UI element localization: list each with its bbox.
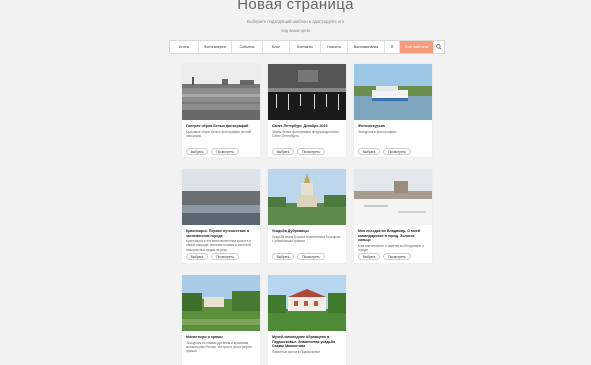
template-description: Красивые чёрно-белые фотографии речной п… xyxy=(186,129,252,138)
choose-button[interactable]: Выбрать xyxy=(272,148,294,155)
preview-button[interactable]: Посмотреть xyxy=(211,148,239,155)
template-thumbnail xyxy=(354,64,432,120)
template-description: Красноярск и его величественная красота … xyxy=(186,239,251,252)
template-title: Музей-заповедник Абрамцево в Подмосковье… xyxy=(272,335,336,349)
template-card: Музей-заповедник Абрамцево в Подмосковье… xyxy=(268,275,346,365)
template-thumbnail xyxy=(268,64,346,120)
template-title: Монастыри и храмы xyxy=(186,335,223,339)
page-subtitle: Выберите подходящий шаблон и адаптируйте… xyxy=(246,19,345,33)
page-title: Новая страница xyxy=(237,0,354,13)
filter-news[interactable]: Новости xyxy=(321,41,348,53)
choose-button[interactable]: Выбрать xyxy=(186,148,208,155)
choose-button[interactable]: Выбрать xyxy=(358,253,380,260)
filter-blogs[interactable]: Блоги xyxy=(170,41,199,53)
template-card: Моя поездка во Владимир. О моей командир… xyxy=(354,169,432,263)
template-title: Фотоэкскурсия xyxy=(358,124,386,128)
preview-button[interactable]: Посмотреть xyxy=(297,253,325,260)
choose-button[interactable]: Выбрать xyxy=(186,253,208,260)
category-filter-bar: Блоги Фотогалереи События Блог Контакты … xyxy=(169,40,445,54)
preview-button[interactable]: Посмотреть xyxy=(383,148,411,155)
template-card: Санкт-Петербург. Декабрь 2019 Чёрно-белы… xyxy=(268,64,346,157)
preview-button[interactable]: Посмотреть xyxy=(211,253,239,260)
template-thumbnail xyxy=(182,169,260,225)
template-thumbnail xyxy=(182,275,260,331)
filter-me[interactable]: Я xyxy=(385,41,400,53)
filter-photo-galleries[interactable]: Фотогалереи xyxy=(199,41,232,53)
template-title: Красноярск. Первое путешествие в заснеже… xyxy=(186,229,250,238)
template-card: Галерея чёрно-белых фотографий Красивые … xyxy=(182,64,260,157)
filter-contacts[interactable]: Контакты xyxy=(290,41,321,53)
template-title: Санкт-Петербург. Декабрь 2019 xyxy=(272,124,328,128)
filter-memories[interactable]: Воспоминания xyxy=(348,41,385,53)
filter-my-templates[interactable]: Мои шаблоны xyxy=(400,41,433,53)
choose-button[interactable]: Выбрать xyxy=(358,148,380,155)
template-card: Красноярск. Первое путешествие в заснеже… xyxy=(182,169,260,263)
template-card: Усадьба Дубровицы Усадьба князя Бориса А… xyxy=(268,169,346,263)
preview-button[interactable]: Посмотреть xyxy=(383,253,411,260)
filter-events[interactable]: События xyxy=(232,41,263,53)
template-description: Экскурсия по самым древним и красивым мо… xyxy=(186,340,252,353)
template-description: Чёрно-белые фотографии предпраздничного … xyxy=(272,129,339,138)
filter-blog[interactable]: Блог xyxy=(263,41,290,53)
template-description: Экскурсия в фотографиях xyxy=(358,129,397,134)
template-card: Монастыри и храмы Экскурсия по самым дре… xyxy=(182,275,260,365)
search-icon xyxy=(436,44,442,50)
template-description: Моя впечатления и заметки во Владимире о… xyxy=(358,243,424,252)
template-title: Галерея чёрно-белых фотографий xyxy=(186,124,249,128)
template-gallery-page: Новая страница Выберите подходящий шабло… xyxy=(0,0,591,365)
template-thumbnail xyxy=(268,275,346,331)
preview-button[interactable]: Посмотреть xyxy=(297,148,325,155)
template-thumbnail xyxy=(268,169,346,225)
template-thumbnail xyxy=(182,64,260,120)
template-description: Памятные места в Подмосковье xyxy=(272,349,321,354)
template-description: Усадьба князя Бориса Алексеевича Голицын… xyxy=(272,234,341,243)
template-card: Фотоэкскурсия Экскурсия в фотографиях Вы… xyxy=(354,64,432,157)
choose-button[interactable]: Выбрать xyxy=(272,253,294,260)
template-thumbnail xyxy=(354,169,432,225)
template-title: Усадьба Дубровицы xyxy=(272,229,309,233)
search-button[interactable] xyxy=(433,41,444,53)
template-title: Моя поездка во Владимир. О моей командир… xyxy=(358,229,421,243)
